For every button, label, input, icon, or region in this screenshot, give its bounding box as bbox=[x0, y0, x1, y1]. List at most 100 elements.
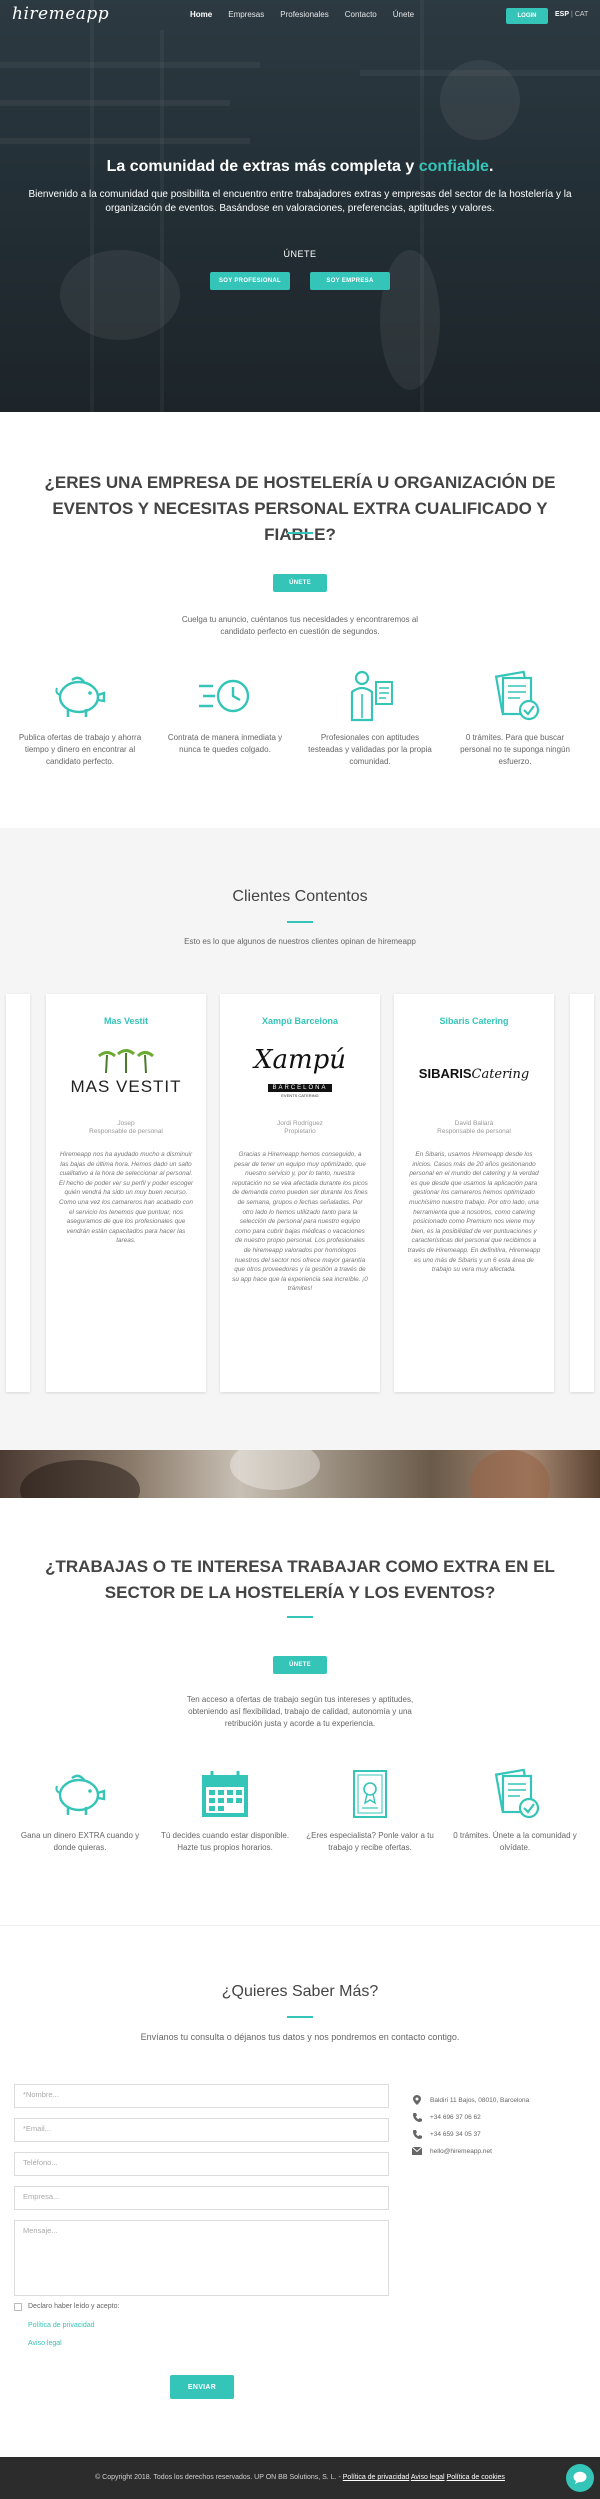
nav-link-empresas[interactable]: Empresas bbox=[228, 10, 264, 19]
photo-decoration bbox=[20, 1460, 140, 1498]
contact-phone-1[interactable]: +34 696 37 06 62 bbox=[430, 2114, 481, 2121]
privacy-policy-link[interactable]: Política de privacidad bbox=[28, 2322, 95, 2329]
testimonial-quote: En Sibaris, usamos Hiremeapp desde los i… bbox=[407, 1151, 541, 1274]
photo-decoration bbox=[470, 1450, 550, 1498]
document-check-icon bbox=[450, 1766, 580, 1822]
name-field[interactable]: *Nombre... bbox=[14, 2084, 389, 2108]
footer-privacy-link[interactable]: Política de privacidad bbox=[343, 2474, 410, 2481]
nav-link-home[interactable]: Home bbox=[190, 10, 212, 19]
testimonial-quote: Gracias a Hiremeapp hemos conseguido, a … bbox=[232, 1151, 368, 1293]
feature-text: Contrata de manera inmediata y nunca te … bbox=[167, 733, 283, 754]
testimonial-card: Mas Vestit MAS VESTIT Josep Responsable … bbox=[46, 994, 206, 1392]
testimonials-subtitle: Esto es lo que algunos de nuestros clien… bbox=[184, 937, 416, 946]
chat-button[interactable] bbox=[566, 2464, 594, 2492]
consent-checkbox[interactable] bbox=[14, 2303, 22, 2311]
consent-label: Declaro haber leído y acepto: bbox=[28, 2303, 120, 2310]
testimonial-person: David Ballarà Responsable de personal bbox=[394, 1120, 554, 1136]
person-name: Josep bbox=[117, 1120, 135, 1127]
title-underline bbox=[287, 1616, 313, 1618]
title-underline bbox=[287, 921, 313, 923]
soy-empresa-button[interactable]: SOY EMPRESA bbox=[310, 272, 390, 290]
phone-icon bbox=[412, 2112, 422, 2122]
professional-person-icon bbox=[305, 668, 435, 724]
company-logo: MAS VESTIT bbox=[56, 1040, 196, 1104]
feature-item: ¿Eres especialista? Ponle valor a tu tra… bbox=[305, 1766, 435, 1854]
person-role: Responsable de personal bbox=[437, 1128, 511, 1135]
nav-link-unete[interactable]: Únete bbox=[393, 10, 414, 19]
logo-tagline: EVENTS CATERING bbox=[281, 1093, 319, 1098]
soy-profesional-button[interactable]: SOY PROFESIONAL bbox=[210, 272, 290, 290]
logo-script: Catering bbox=[471, 1066, 530, 1082]
piggy-bank-icon bbox=[15, 668, 145, 724]
hero-title-end: . bbox=[488, 158, 494, 175]
logo-subtext: BARCELONA bbox=[268, 1084, 332, 1092]
profesionales-title: ¿TRABAJAS O TE INTERESA TRABAJAR COMO EX… bbox=[45, 1557, 555, 1602]
feature-item: Tú decides cuando estar disponible. Hazt… bbox=[160, 1766, 290, 1854]
feature-text: 0 trámites. Únete a la comunidad y olvíd… bbox=[453, 1831, 577, 1852]
legal-notice-link[interactable]: Aviso legal bbox=[28, 2340, 62, 2347]
footer-legal-link[interactable]: Aviso legal bbox=[411, 2474, 445, 2481]
hero-title: La comunidad de extras más completa y co… bbox=[0, 158, 600, 176]
person-name: Jordi Rodríguez bbox=[277, 1120, 323, 1127]
title-underline bbox=[287, 2016, 313, 2018]
hero-unete-label: ÚNETE bbox=[283, 249, 317, 259]
lang-cat[interactable]: CAT bbox=[575, 11, 588, 18]
carousel-card-partial bbox=[6, 994, 30, 1392]
contact-info-item: Baldiri 11 Bajos, 08010, Barcelona bbox=[412, 2095, 529, 2105]
photo-strip bbox=[0, 1450, 600, 1498]
footer: © Copyright 2018. Todos los derechos res… bbox=[0, 2457, 600, 2499]
footer-text: © Copyright 2018. Todos los derechos res… bbox=[0, 2474, 600, 2481]
feature-item: Contrata de manera inmediata y nunca te … bbox=[160, 668, 290, 756]
person-role: Responsable de personal bbox=[89, 1128, 163, 1135]
title-underline bbox=[287, 532, 313, 534]
profesionales-unete-button[interactable]: ÚNETE bbox=[273, 1656, 327, 1674]
top-nav: hiremeapp Home Empresas Profesionales Co… bbox=[0, 0, 600, 30]
logo[interactable]: hiremeapp bbox=[12, 4, 109, 24]
nav-link-profesionales[interactable]: Profesionales bbox=[280, 10, 328, 19]
feature-item: Gana un dinero EXTRA cuando y donde quie… bbox=[15, 1766, 145, 1854]
nav-link-contacto[interactable]: Contacto bbox=[345, 10, 377, 19]
hero-buttons: SOY PROFESIONAL SOY EMPRESA bbox=[0, 272, 600, 290]
testimonial-company: Sibaris Catering bbox=[439, 1016, 509, 1026]
phone-field[interactable]: Teléfono... bbox=[14, 2152, 389, 2176]
feature-item: Publica ofertas de trabajo y ahorra tiem… bbox=[15, 668, 145, 768]
nav-links: Home Empresas Profesionales Contacto Úne… bbox=[190, 10, 414, 19]
mail-icon bbox=[412, 2146, 422, 2156]
contact-address: Baldiri 11 Bajos, 08010, Barcelona bbox=[430, 2096, 530, 2104]
photo-decoration bbox=[230, 1450, 320, 1490]
contact-phone-2[interactable]: +34 659 34 05 37 bbox=[430, 2131, 481, 2138]
company-field[interactable]: Empresa... bbox=[14, 2186, 389, 2210]
email-field[interactable]: *Email... bbox=[14, 2118, 389, 2142]
person-name: David Ballarà bbox=[454, 1120, 494, 1127]
contact-email[interactable]: hello@hiremeapp.net bbox=[430, 2148, 492, 2155]
contact-info-item: +34 696 37 06 62 bbox=[412, 2112, 481, 2122]
certificate-icon bbox=[305, 1766, 435, 1822]
hero-title-highlight: confiable bbox=[418, 158, 489, 175]
empresas-unete-button[interactable]: ÚNETE bbox=[273, 574, 327, 592]
empresas-text: Cuelga tu anuncio, cuéntanos tus necesid… bbox=[181, 615, 419, 636]
piggy-bank-icon bbox=[15, 1766, 145, 1822]
contact-info-item: +34 659 34 05 37 bbox=[412, 2129, 481, 2139]
send-button[interactable]: ENVIAR bbox=[170, 2375, 234, 2399]
contact-info-item: hello@hiremeapp.net bbox=[412, 2146, 492, 2156]
company-logo: SIBARISCatering bbox=[404, 1040, 544, 1104]
footer-cookies-link[interactable]: Política de cookies bbox=[447, 2474, 505, 2481]
section-divider bbox=[0, 1925, 600, 1926]
contact-subtitle: Envíanos tu consulta o déjanos tus datos… bbox=[140, 2032, 460, 2042]
message-field[interactable]: Mensaje... bbox=[14, 2220, 389, 2296]
feature-text: Profesionales con aptitudes testeadas y … bbox=[308, 733, 432, 766]
contact-title: ¿Quieres Saber Más? bbox=[221, 1983, 379, 2000]
profesionales-text: Ten acceso a ofertas de trabajo según tu… bbox=[186, 1695, 414, 1728]
testimonial-quote: Hiremeapp nos ha ayudado mucho a disminu… bbox=[58, 1151, 194, 1245]
carousel-card-partial bbox=[570, 994, 594, 1392]
document-check-icon bbox=[450, 668, 580, 724]
lang-esp[interactable]: ESP bbox=[555, 11, 569, 18]
testimonial-company: Xampú Barcelona bbox=[261, 1016, 339, 1026]
company-logo: Xampú BARCELONA EVENTS CATERING bbox=[230, 1040, 370, 1104]
login-button[interactable]: LOGIN bbox=[506, 8, 548, 24]
logo-text: Xampú bbox=[253, 1045, 347, 1075]
phone-icon bbox=[412, 2129, 422, 2139]
testimonial-person: Jordi Rodríguez Propietario bbox=[220, 1120, 380, 1136]
feature-text: 0 trámites. Para que buscar personal no … bbox=[460, 733, 570, 766]
testimonial-card: Xampú Barcelona Xampú BARCELONA EVENTS C… bbox=[220, 994, 380, 1392]
